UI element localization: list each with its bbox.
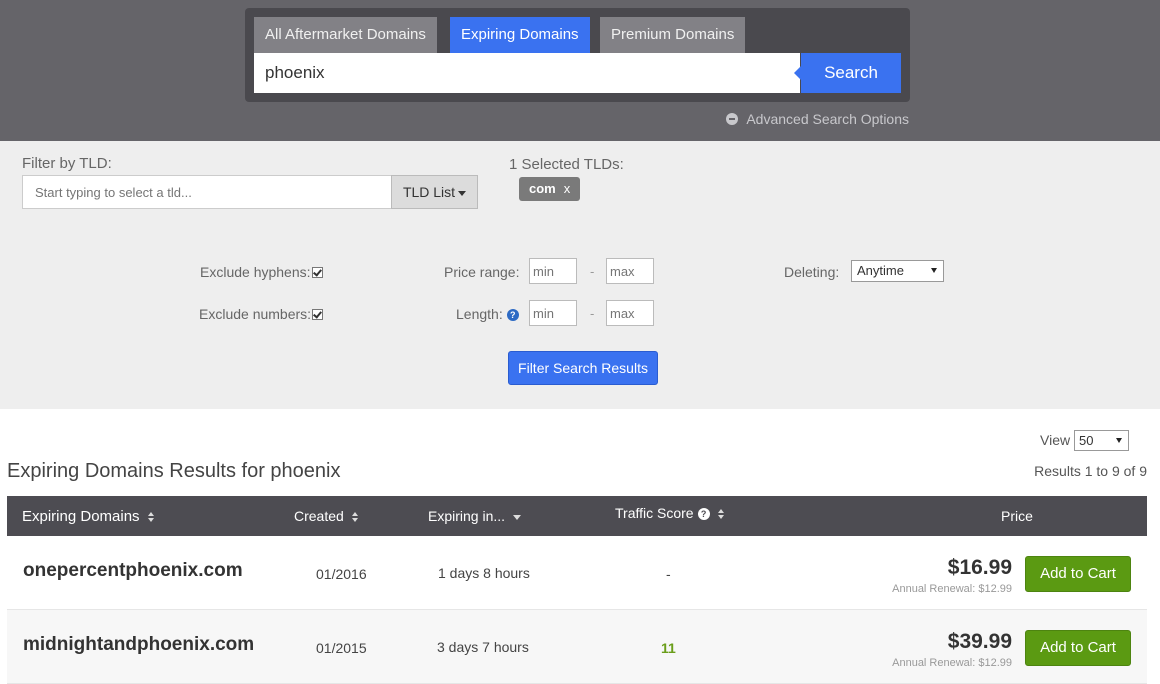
tld-input[interactable] <box>22 175 392 209</box>
view-label: View <box>1040 432 1071 448</box>
length-max-input[interactable] <box>606 300 654 326</box>
select-arrow-icon <box>1116 438 1122 443</box>
add-to-cart-button[interactable]: Add to Cart <box>1025 556 1131 592</box>
domain-name[interactable]: midnightandphoenix.com <box>23 634 254 656</box>
table-row: midnightandphoenix.com 01/2015 3 days 7 … <box>7 610 1147 684</box>
col-price: Price <box>1001 508 1033 524</box>
tld-filter-label: Filter by TLD: <box>22 155 112 172</box>
select-arrow-icon <box>931 268 937 273</box>
tld-chip: com x <box>519 177 581 201</box>
length-dash: - <box>590 306 595 321</box>
created-date: 01/2016 <box>316 566 367 582</box>
sort-down-icon <box>513 514 522 520</box>
price: $16.99 <box>947 556 1012 579</box>
search-box: All Aftermarket Domains Expiring Domains… <box>245 8 910 102</box>
created-date: 01/2015 <box>316 640 367 656</box>
minus-circle-icon <box>726 113 739 125</box>
chip-remove-button[interactable]: x <box>564 181 571 196</box>
tab-all-aftermarket[interactable]: All Aftermarket Domains <box>254 17 437 53</box>
view-count-value: 50 <box>1079 433 1094 448</box>
col-expiring-domains[interactable]: Expiring Domains <box>22 496 156 536</box>
search-button[interactable]: Search <box>794 53 901 93</box>
deleting-select[interactable]: Anytime <box>851 260 944 282</box>
expiring-in: 1 days 8 hours <box>438 565 530 581</box>
col-created[interactable]: Created <box>294 496 360 536</box>
traffic-score: - <box>666 566 671 582</box>
tld-list-label: TLD List <box>402 184 456 200</box>
results-title: Expiring Domains Results for phoenix <box>7 460 341 482</box>
domain-name[interactable]: onepercentphoenix.com <box>23 560 243 582</box>
add-to-cart-button[interactable]: Add to Cart <box>1025 630 1131 666</box>
tld-chip-label: com <box>529 181 556 196</box>
advanced-search-toggle[interactable]: Advanced Search Options <box>726 111 909 127</box>
expiring-in: 3 days 7 hours <box>437 639 529 655</box>
tld-list-dropdown[interactable]: TLD List <box>391 175 478 209</box>
length-label: Length:? <box>456 306 519 322</box>
search-band: All Aftermarket Domains Expiring Domains… <box>0 0 1160 141</box>
deleting-value: Anytime <box>857 263 904 278</box>
exclude-numbers-label: Exclude numbers: <box>199 306 312 322</box>
exclude-hyphens-checkbox[interactable] <box>312 267 323 278</box>
sort-icon <box>147 512 156 523</box>
results-count: Results 1 to 9 of 9 <box>1034 463 1147 479</box>
length-min-input[interactable] <box>529 300 577 326</box>
annual-renewal: Annual Renewal: $12.99 <box>892 657 1012 669</box>
selected-tlds-label: 1 Selected TLDs: <box>509 156 624 173</box>
filter-results-button[interactable]: Filter Search Results <box>508 351 658 385</box>
price-range-dash: - <box>590 264 595 279</box>
caret-down-icon <box>458 190 467 196</box>
view-count-select[interactable]: 50 <box>1074 430 1129 451</box>
price-range-label: Price range: <box>444 264 520 280</box>
col-traffic-score[interactable]: Traffic Score? <box>615 493 726 533</box>
results-table-header: Expiring Domains Created Expiring in... … <box>7 496 1147 536</box>
tab-premium-domains[interactable]: Premium Domains <box>600 17 746 53</box>
annual-renewal: Annual Renewal: $12.99 <box>892 583 1012 595</box>
price-min-input[interactable] <box>529 258 577 284</box>
sort-icon <box>717 509 726 520</box>
price-max-input[interactable] <box>606 258 654 284</box>
tab-expiring-domains[interactable]: Expiring Domains <box>450 17 590 59</box>
filter-panel: Filter by TLD: TLD List 1 Selected TLDs:… <box>0 141 1160 409</box>
search-input[interactable] <box>254 53 800 93</box>
traffic-score: 11 <box>661 640 676 656</box>
price: $39.99 <box>947 630 1012 653</box>
advanced-search-label: Advanced Search Options <box>746 111 909 127</box>
exclude-hyphens-label: Exclude hyphens: <box>200 264 311 280</box>
col-expiring-in[interactable]: Expiring in... <box>428 496 522 536</box>
sort-icon <box>351 512 360 523</box>
table-row: onepercentphoenix.com 01/2016 1 days 8 h… <box>7 536 1147 610</box>
help-icon[interactable]: ? <box>506 309 519 322</box>
exclude-numbers-checkbox[interactable] <box>312 309 323 320</box>
deleting-label: Deleting: <box>784 264 840 280</box>
help-icon[interactable]: ? <box>697 508 710 521</box>
